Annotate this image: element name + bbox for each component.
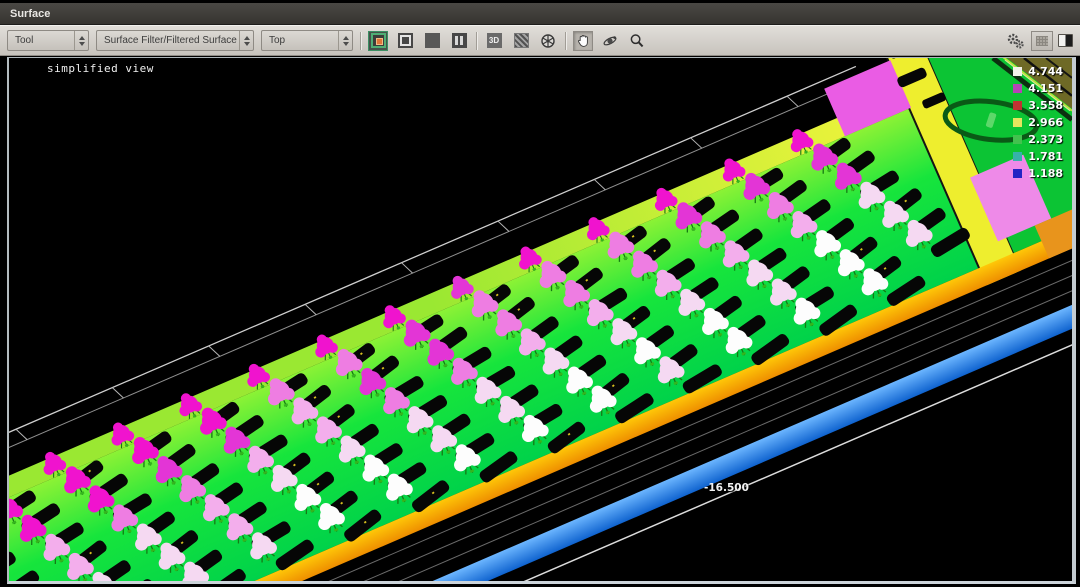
- filled-square-icon: [371, 33, 386, 48]
- surface-filter-dropdown[interactable]: Surface Filter/Filtered Surface: [96, 30, 254, 51]
- tool-dropdown-label: Tool: [8, 35, 74, 46]
- legend-value: 3.558: [1028, 99, 1063, 112]
- zoom-tool-button[interactable]: [627, 31, 647, 51]
- view-3d-button[interactable]: 3D: [484, 31, 504, 51]
- legend-entry: 3.558: [1013, 99, 1063, 112]
- legend-entry: 4.151: [1013, 82, 1063, 95]
- legend-value: 4.151: [1028, 82, 1063, 95]
- legend-swatch: [1013, 152, 1022, 161]
- view-orientation-dropdown[interactable]: Top: [261, 30, 353, 51]
- mesh-display-button[interactable]: [511, 31, 531, 51]
- render-mode-outline-button[interactable]: [395, 31, 415, 51]
- surface-filter-dropdown-label: Surface Filter/Filtered Surface: [97, 35, 239, 46]
- legend-entry: 4.744: [1013, 65, 1063, 78]
- magnifier-icon: [629, 33, 645, 49]
- rotate-tool-button[interactable]: [600, 31, 620, 51]
- render-mode-solid-button[interactable]: [422, 31, 442, 51]
- split-bars-icon: [452, 33, 467, 48]
- viewport: simplified view 4.744 4.151 3.558 2.966 2.37…: [0, 56, 1080, 587]
- legend-entry: 1.188: [1013, 167, 1063, 180]
- wheel-icon: [540, 33, 556, 49]
- grid-icon: [1036, 36, 1048, 46]
- mesh-icon: [514, 33, 529, 48]
- pan-tool-button[interactable]: [573, 31, 593, 51]
- display-toggle-icon[interactable]: [1058, 34, 1073, 47]
- legend-value: 1.188: [1028, 167, 1063, 180]
- 3d-icon: 3D: [487, 33, 502, 48]
- toolbar-right-group: [1006, 31, 1073, 51]
- outline-square-icon: [398, 33, 413, 48]
- orbit-icon: [602, 33, 618, 49]
- mode-label: simplified view: [47, 62, 154, 75]
- legend-swatch: [1013, 169, 1022, 178]
- legend-value: 2.966: [1028, 116, 1063, 129]
- toolbar-separator: [360, 32, 361, 50]
- legend-swatch: [1013, 118, 1022, 127]
- legend-swatch: [1013, 67, 1022, 76]
- legend-swatch: [1013, 101, 1022, 110]
- snapshot-button[interactable]: [1031, 31, 1053, 51]
- legend-entry: 1.781: [1013, 150, 1063, 163]
- toolbar: Tool Surface Filter/Filtered Surface Top…: [0, 25, 1080, 56]
- wheel-view-button[interactable]: [538, 31, 558, 51]
- legend-swatch: [1013, 84, 1022, 93]
- window-title: Surface: [10, 8, 50, 20]
- hand-icon: [576, 33, 591, 48]
- surface-3d-scene[interactable]: [9, 58, 1072, 581]
- elevation-value-label: -16.500: [704, 482, 749, 494]
- toolbar-separator: [565, 32, 566, 50]
- legend-entry: 2.966: [1013, 116, 1063, 129]
- legend-entry: 2.373: [1013, 133, 1063, 146]
- toolbar-separator: [476, 32, 477, 50]
- legend-swatch: [1013, 135, 1022, 144]
- gears-icon[interactable]: [1006, 32, 1026, 50]
- elevation-legend: 4.744 4.151 3.558 2.966 2.373 1.781 1.188: [1013, 65, 1063, 184]
- viewport-frame: simplified view 4.744 4.151 3.558 2.966 2.37…: [7, 57, 1076, 584]
- render-mode-filled-button[interactable]: [368, 31, 388, 51]
- legend-value: 1.781: [1028, 150, 1063, 163]
- legend-value: 2.373: [1028, 133, 1063, 146]
- render-mode-split-button[interactable]: [449, 31, 469, 51]
- spinner-arrows-icon: [74, 31, 88, 50]
- legend-value: 4.744: [1028, 65, 1063, 78]
- window-title-bar: Surface: [0, 0, 1080, 25]
- tool-dropdown[interactable]: Tool: [7, 30, 89, 51]
- view-orientation-dropdown-label: Top: [262, 35, 338, 46]
- solid-square-icon: [425, 33, 440, 48]
- spinner-arrows-icon: [338, 31, 352, 50]
- spinner-arrows-icon: [239, 31, 253, 50]
